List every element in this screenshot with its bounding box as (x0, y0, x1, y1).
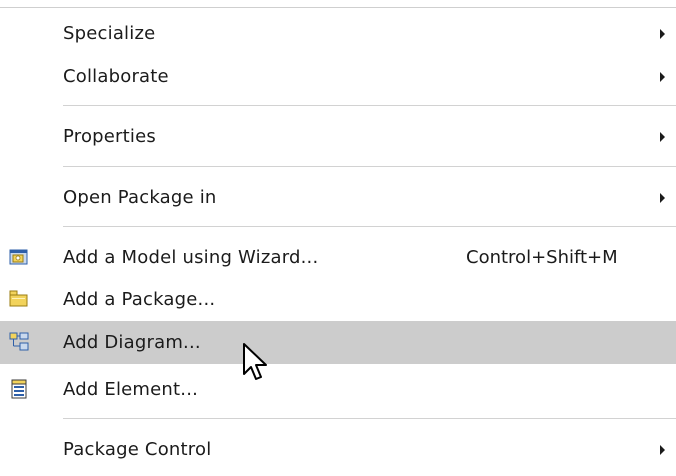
package-icon (9, 289, 29, 309)
menu-item-open-package-in[interactable]: Open Package in (0, 176, 676, 219)
menu-item-label: Add a Package... (63, 288, 216, 310)
menu-top-border (0, 7, 676, 8)
menu-item-collaborate[interactable]: Collaborate (0, 55, 676, 98)
menu-item-shortcut: Control+Shift+M (466, 246, 618, 268)
menu-item-label: Add a Model using Wizard... (63, 246, 319, 268)
menu-item-label: Properties (63, 125, 156, 147)
submenu-arrow-icon (660, 71, 665, 82)
menu-separator (63, 418, 676, 419)
menu-item-specialize[interactable]: Specialize (0, 12, 676, 55)
mouse-cursor-icon (243, 343, 267, 380)
menu-item-add-package[interactable]: Add a Package... (0, 278, 676, 321)
menu-item-label: Add Diagram... (63, 331, 201, 353)
menu-item-label: Open Package in (63, 186, 217, 208)
submenu-arrow-icon (660, 131, 665, 142)
submenu-arrow-icon (660, 28, 665, 39)
diagram-icon (9, 332, 29, 352)
menu-separator (63, 105, 676, 106)
menu-item-add-diagram[interactable]: Add Diagram... (0, 321, 676, 364)
menu-separator (63, 166, 676, 167)
submenu-arrow-icon (660, 192, 665, 203)
menu-separator (63, 226, 676, 227)
menu-item-label: Package Control (63, 438, 212, 460)
submenu-arrow-icon (660, 444, 665, 455)
menu-item-properties[interactable]: Properties (0, 115, 676, 158)
context-menu: Specialize Collaborate Properties Open P… (0, 0, 676, 476)
menu-item-add-model-wizard[interactable]: Add a Model using Wizard... Control+Shif… (0, 236, 676, 279)
menu-item-label: Add Element... (63, 378, 199, 400)
menu-item-label: Collaborate (63, 65, 169, 87)
menu-item-label: Specialize (63, 22, 156, 44)
model-wizard-icon (9, 247, 29, 267)
menu-item-add-element[interactable]: Add Element... (0, 368, 676, 411)
menu-item-package-control[interactable]: Package Control (0, 428, 676, 471)
element-icon (9, 379, 29, 399)
